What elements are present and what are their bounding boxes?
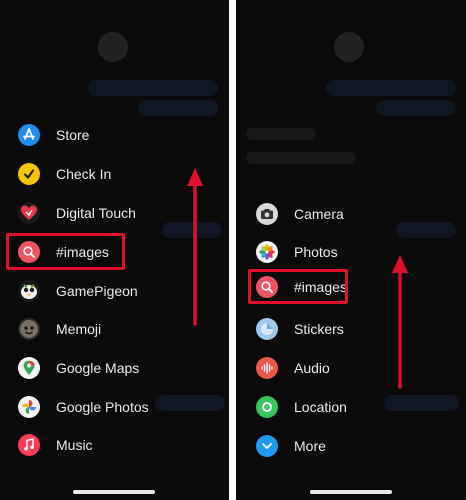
menu-item-memoji[interactable]: Memoji (18, 314, 101, 344)
audio-icon (256, 357, 278, 379)
menu-item-label: Memoji (56, 321, 102, 337)
google-photos-icon (18, 396, 40, 418)
blurred-bubble (326, 80, 456, 96)
up-arrow-annotation (187, 168, 203, 326)
stickers-icon (256, 318, 278, 340)
menu-item-label: Stickers (294, 321, 344, 337)
music-icon (18, 434, 40, 456)
blurred-bubble (138, 100, 218, 116)
google-maps-icon (18, 357, 40, 379)
menu-item-photos[interactable]: Photos (256, 237, 338, 267)
check-in-icon (18, 163, 40, 185)
menu-item-stickers[interactable]: Stickers (256, 314, 344, 344)
app-store-icon (18, 124, 40, 146)
blurred-bubble (155, 395, 225, 411)
menu-item-google-photos[interactable]: Google Photos (18, 392, 149, 422)
menu-item-music[interactable]: Music (18, 430, 93, 460)
menu-item-audio[interactable]: Audio (256, 353, 330, 383)
gamepigeon-icon (18, 280, 40, 302)
blurred-avatar (334, 32, 364, 62)
camera-icon (256, 203, 278, 225)
left-screen: Store Check In Digital Touch #images Gam (0, 0, 229, 500)
menu-item-google-maps[interactable]: Google Maps (18, 353, 139, 383)
home-indicator (310, 490, 392, 494)
menu-item-label: Audio (294, 360, 330, 376)
menu-item-label: Photos (294, 244, 338, 260)
blurred-bubble (384, 395, 459, 411)
menu-item-location[interactable]: Location (256, 392, 347, 422)
menu-item-label: Check In (56, 166, 112, 182)
more-chevron-icon (256, 435, 278, 457)
menu-item-check-in[interactable]: Check In (18, 159, 111, 189)
menu-item-label: Google Photos (56, 399, 149, 415)
menu-item-label: Location (294, 399, 347, 415)
blurred-bubble (376, 100, 456, 116)
memoji-icon (18, 318, 40, 340)
location-icon (256, 396, 278, 418)
menu-item-more[interactable]: More (256, 431, 326, 461)
menu-item-label: More (294, 438, 326, 454)
photos-icon (256, 241, 278, 263)
menu-item-store[interactable]: Store (18, 120, 89, 150)
menu-item-camera[interactable]: Camera (256, 199, 344, 229)
digital-touch-icon (18, 202, 40, 224)
menu-item-label: GamePigeon (56, 283, 138, 299)
blurred-avatar (98, 32, 128, 62)
highlight-box (6, 233, 125, 270)
blurred-bubble (246, 128, 316, 140)
menu-item-label: Store (56, 127, 90, 143)
right-screen: Camera Photos #images Stickers Audio Loc… (236, 0, 466, 500)
menu-item-gamepigeon[interactable]: GamePigeon (18, 276, 138, 306)
up-arrow-annotation (392, 255, 408, 389)
menu-item-label: Google Maps (56, 360, 140, 376)
blurred-bubble (396, 222, 456, 238)
menu-item-label: Music (56, 437, 93, 453)
menu-item-digital-touch[interactable]: Digital Touch (18, 198, 136, 228)
menu-item-label: Camera (294, 206, 344, 222)
blurred-bubble (246, 152, 356, 164)
highlight-box (248, 269, 348, 304)
home-indicator (73, 490, 155, 494)
blurred-bubble (88, 80, 218, 96)
menu-item-label: Digital Touch (56, 205, 136, 221)
